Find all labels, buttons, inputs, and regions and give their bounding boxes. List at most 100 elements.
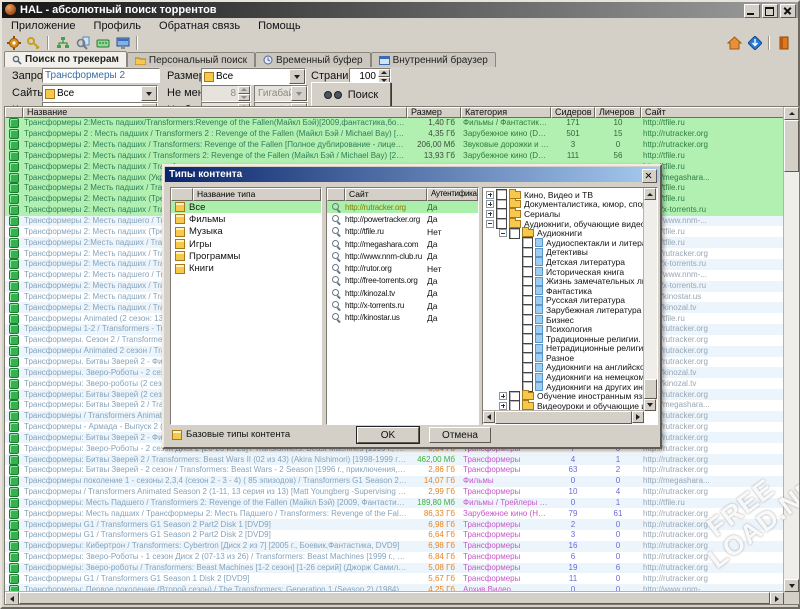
checkbox[interactable] bbox=[509, 228, 520, 239]
site-item[interactable]: http://megashara.comДа bbox=[327, 238, 478, 250]
scroll-right-button[interactable] bbox=[632, 411, 644, 423]
minimize-button[interactable] bbox=[744, 4, 760, 18]
result-row[interactable]: Трансформеры: Кибертрон / Transformers: … bbox=[5, 541, 785, 552]
update-button[interactable] bbox=[746, 35, 763, 51]
expand-icon[interactable] bbox=[499, 392, 507, 400]
result-row[interactable]: Трансформеры 2: Месть падших / Transform… bbox=[5, 151, 785, 162]
tree-item[interactable]: Аудиокниги на других иностр bbox=[483, 382, 644, 392]
site-item[interactable]: http://tfile.ruНет bbox=[327, 226, 478, 238]
result-row[interactable]: Трансформеры: Битвы Зверей - 2 сезон / T… bbox=[5, 465, 785, 476]
dropdown-button[interactable] bbox=[141, 86, 157, 101]
menu-item[interactable]: Обратная связь bbox=[150, 19, 249, 32]
result-row[interactable]: Трансформеры: Зверо-роботы / Transformer… bbox=[5, 563, 785, 574]
menu-item[interactable]: Профиль bbox=[85, 19, 151, 32]
maximize-button[interactable] bbox=[762, 4, 778, 18]
result-row[interactable]: Трансформеры: Зверо-Роботы - 1 сезон Дис… bbox=[5, 552, 785, 563]
tab-clock[interactable]: Временный буфер bbox=[255, 52, 371, 67]
column-header[interactable]: Название bbox=[23, 107, 407, 118]
tree-item[interactable]: Обучение иностранным языкам bbox=[483, 391, 644, 401]
scroll-left-button[interactable] bbox=[483, 411, 495, 423]
close-button[interactable] bbox=[780, 4, 796, 18]
tab-browser[interactable]: Внутренний браузер bbox=[371, 52, 496, 67]
collapse-icon[interactable] bbox=[499, 229, 507, 237]
result-row[interactable]: Трансформеры: Месть Падшего / Transforme… bbox=[5, 498, 785, 509]
browser-tool-button[interactable] bbox=[114, 35, 131, 51]
site-item[interactable]: http://powertracker.orgДа bbox=[327, 213, 478, 225]
expand-icon[interactable] bbox=[486, 191, 494, 199]
tree-item[interactable]: Документалистика, юмор, спорт bbox=[483, 200, 644, 210]
key-button[interactable] bbox=[25, 35, 42, 51]
home-button[interactable] bbox=[726, 35, 743, 51]
collapse-icon[interactable] bbox=[486, 220, 494, 228]
scroll-thumb[interactable] bbox=[19, 592, 770, 604]
scroll-down-button[interactable] bbox=[784, 579, 799, 592]
column-header[interactable]: Сайт bbox=[641, 107, 785, 118]
scroll-left-button[interactable] bbox=[5, 592, 19, 605]
tree-item[interactable]: Кино, Видео и ТВ bbox=[483, 190, 644, 200]
site-item[interactable]: http://kinostar.usДа bbox=[327, 312, 478, 324]
type-item[interactable]: Все bbox=[171, 201, 321, 213]
tree-item[interactable]: Традиционные религии. Фи bbox=[483, 334, 644, 344]
tree-item[interactable]: Аудиокниги bbox=[483, 228, 644, 238]
column-header[interactable]: Категория bbox=[461, 107, 551, 118]
ok-button[interactable]: OK bbox=[357, 427, 419, 443]
result-row[interactable]: Трансформеры 2: Месть падших / Transform… bbox=[5, 140, 785, 151]
column-header[interactable]: Личеров bbox=[595, 107, 641, 118]
menu-item[interactable]: Приложение bbox=[2, 19, 85, 32]
tree-item[interactable]: Детективы bbox=[483, 248, 644, 258]
type-item[interactable]: Книги bbox=[171, 262, 321, 274]
tree-item[interactable]: Жизнь замечательных люде bbox=[483, 276, 644, 286]
column-header[interactable]: Размер bbox=[407, 107, 461, 118]
type-item[interactable]: Программы bbox=[171, 250, 321, 262]
scroll-up-button[interactable] bbox=[644, 188, 656, 200]
tree-horizontal-scrollbar[interactable] bbox=[483, 410, 644, 424]
cancel-button[interactable]: Отмена bbox=[429, 427, 491, 443]
result-row[interactable]: Трансформеры: Месть падших / Трансформер… bbox=[5, 508, 785, 519]
result-row[interactable]: Трансформеры G1 / Transformers G1 Season… bbox=[5, 519, 785, 530]
result-row[interactable]: Трансформеры G1 / Transformers G1 Season… bbox=[5, 530, 785, 541]
tree-item[interactable]: Аудиокниги на английском я bbox=[483, 363, 644, 373]
size-combobox[interactable]: Все bbox=[201, 68, 306, 85]
tab-magnifier[interactable]: Поиск по трекерам bbox=[4, 51, 127, 67]
tree-item[interactable]: Детская литература bbox=[483, 257, 644, 267]
type-item[interactable]: Игры bbox=[171, 238, 321, 250]
tree-item[interactable]: Зарубежная литература bbox=[483, 305, 644, 315]
result-row[interactable]: Трансформеры / Transformers Animated Sea… bbox=[5, 487, 785, 498]
checkbox[interactable] bbox=[496, 218, 507, 229]
tree-item[interactable]: Психология bbox=[483, 324, 644, 334]
result-row[interactable]: Трансформеры 2:Месть падших/Transformers… bbox=[5, 118, 785, 129]
tab-folder[interactable]: Персональный поиск bbox=[127, 52, 255, 67]
dialog-close-button[interactable] bbox=[642, 169, 657, 183]
scroll-down-button[interactable] bbox=[644, 399, 656, 411]
site-item[interactable]: http://rutor.orgНет bbox=[327, 262, 478, 274]
tree-item[interactable]: Бизнес bbox=[483, 315, 644, 325]
column-header[interactable]: Сидеров bbox=[551, 107, 595, 118]
tree-vertical-scrollbar[interactable] bbox=[643, 188, 657, 411]
tree-item[interactable]: Аудиоспектакли и литератур bbox=[483, 238, 644, 248]
spin-up-button[interactable] bbox=[378, 69, 390, 77]
result-row[interactable]: Трансформеры G1 / Transformers G1 Season… bbox=[5, 573, 785, 584]
query-input[interactable] bbox=[42, 68, 160, 83]
scroll-up-button[interactable] bbox=[784, 107, 799, 120]
expand-icon[interactable] bbox=[499, 402, 507, 410]
tree-item[interactable]: Историческая книга bbox=[483, 267, 644, 277]
site-item[interactable]: http://kinozal.tvДа bbox=[327, 287, 478, 299]
search-button[interactable]: Поиск bbox=[311, 82, 391, 107]
site-item[interactable]: http://x-torrents.ruДа bbox=[327, 299, 478, 311]
sites-combobox[interactable]: Все bbox=[42, 85, 158, 102]
tree-item[interactable]: Нетрадиционные религиозн bbox=[483, 344, 644, 354]
exit-button[interactable] bbox=[775, 35, 792, 51]
menu-item[interactable]: Помощь bbox=[249, 19, 310, 32]
expand-icon[interactable] bbox=[486, 210, 494, 218]
scroll-right-button[interactable] bbox=[770, 592, 784, 605]
type-item[interactable]: Музыка bbox=[171, 226, 321, 238]
tree-item[interactable]: Сериалы bbox=[483, 209, 644, 219]
result-row[interactable]: Трансформеры 2 : Месть падших / Transfor… bbox=[5, 129, 785, 140]
tree-item[interactable]: Разное bbox=[483, 353, 644, 363]
tree-item[interactable]: Фантастика bbox=[483, 286, 644, 296]
dropdown-button[interactable] bbox=[289, 69, 305, 84]
site-item[interactable]: http://free-torrents.orgДа bbox=[327, 275, 478, 287]
search-doc-button[interactable] bbox=[74, 35, 91, 51]
scroll-thumb[interactable] bbox=[644, 379, 657, 399]
buttons-panel-button[interactable] bbox=[94, 35, 111, 51]
